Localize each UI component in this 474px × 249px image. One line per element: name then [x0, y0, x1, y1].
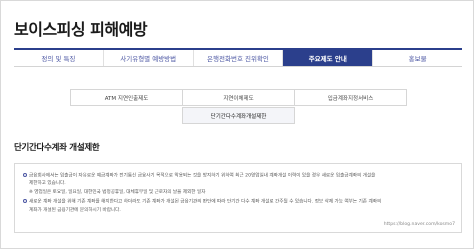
sub-tab-multiple-account-restriction[interactable]: 단기간다수계좌개설제한	[182, 107, 295, 124]
page-title: 보이스피싱 피해예방	[14, 20, 148, 39]
info-line-3: 새로운 계좌 개설을 위해 기존 계좌를 해지한다고 하더라도 기존 계좌가 개…	[23, 199, 381, 206]
tab-prevention-by-type[interactable]: 사기유형별 예방방법	[103, 50, 194, 66]
info-line-2: 제한하고 있습니다.	[29, 181, 66, 186]
info-line-1: 금융회사에서는 입출금이 자유로운 예금계좌가 전기통신 금융사기 목적으로 악…	[23, 173, 375, 180]
source-watermark: https://blog.naver.com/kosmo7	[383, 222, 455, 227]
sub-tab-grid: ATM 지연인출제도 지연이체제도 입금계좌지정서비스 단기간다수계좌개설제한	[70, 89, 414, 124]
sub-tab-deposit-account-designation[interactable]: 입금계좌지정서비스	[294, 89, 407, 106]
main-tab-bar: 정의 및 특징 사기유형별 예방방법 은행전화번호 진위확인 주요제도 안내 홍…	[14, 48, 462, 67]
info-line-note: ※ 영업일은 토요일, 일요일, 대한민국 법정공휴일, 대체휴무일 및 근로자…	[29, 190, 206, 195]
info-line-4: 계좌가 개설된 금융기관에 문의하시기 바랍니다.	[29, 208, 121, 213]
section-heading: 단기간다수계좌 개설제한	[14, 143, 100, 153]
tab-definition[interactable]: 정의 및 특징	[14, 50, 104, 66]
tab-major-systems[interactable]: 주요제도 안내	[283, 50, 374, 66]
bullet-icon	[23, 199, 27, 203]
tab-promotional-materials[interactable]: 홍보물	[373, 50, 462, 66]
sub-tab-atm-delayed-withdrawal[interactable]: ATM 지연인출제도	[70, 89, 183, 106]
tab-bank-phone-check[interactable]: 은행전화번호 진위확인	[193, 50, 284, 66]
sub-tab-delayed-transfer[interactable]: 지연이체제도	[182, 89, 295, 106]
bullet-icon	[23, 173, 27, 177]
info-box: 금융회사에서는 입출금이 자유로운 예금계좌가 전기통신 금융사기 목적으로 악…	[14, 163, 462, 233]
